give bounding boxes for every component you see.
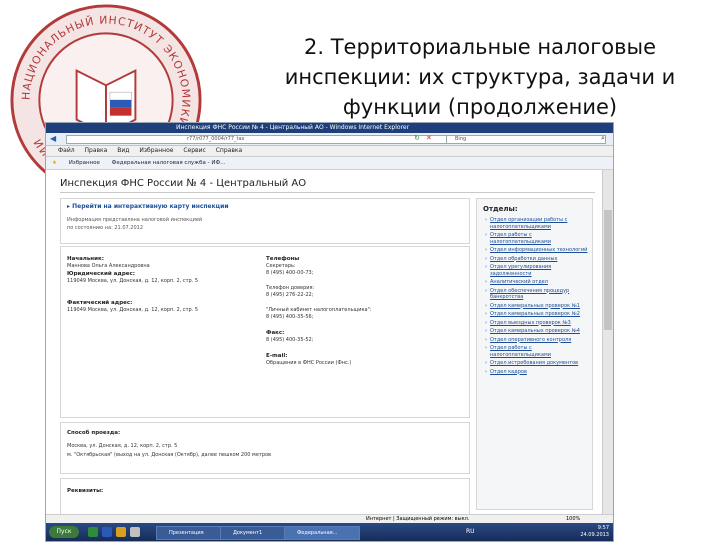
menu-view[interactable]: Вид <box>117 147 129 154</box>
stop-icon[interactable]: ✕ <box>426 134 432 142</box>
requisites-label: Реквизиты: <box>67 488 104 494</box>
departments-title: Отделы: <box>483 205 518 213</box>
route-card: Способ проезда: Москва, ул. Донская, д. … <box>60 422 470 474</box>
chief-name: Маннова Ольга Александровна <box>67 263 150 269</box>
map-link-label: Перейти на интерактивную карту инспекции <box>72 203 229 210</box>
notice-line-1: Информация представлена налоговой инспек… <box>67 217 203 223</box>
search-icon[interactable]: ⌕ <box>601 134 605 143</box>
actual-address: 119049 Москва, ул. Донская, д. 12, корп.… <box>67 307 199 313</box>
clock-time: 9:57 <box>597 525 609 531</box>
secretary-phone: 8 (495) 400-00-73; <box>266 270 314 276</box>
ie-icon[interactable] <box>130 527 140 537</box>
route-label: Способ проезда: <box>67 430 121 436</box>
department-link[interactable]: Отдел урегулирования задолженности <box>485 264 588 277</box>
excel-icon[interactable] <box>88 527 98 537</box>
menu-bar: Файл Правка Вид Избранное Сервис Справка <box>46 146 613 157</box>
map-link[interactable]: ▸ Перейти на интерактивную карту инспекц… <box>67 203 229 210</box>
department-link[interactable]: Отдел камеральных проверок №2 <box>485 311 588 318</box>
department-link[interactable]: Отдел выездных проверок №3 <box>485 320 588 327</box>
menu-file[interactable]: Файл <box>58 147 75 154</box>
route-text: м. "Октябрьская" (выход на ул. Донская (… <box>67 452 271 458</box>
hotline-label: Телефон доверия: <box>266 285 315 291</box>
scrollbar-thumb[interactable] <box>604 210 612 330</box>
fax-label: Факс: <box>266 330 285 336</box>
refresh-icon[interactable]: ↻ <box>414 134 420 142</box>
department-link[interactable]: Аналитический отдел <box>485 279 588 286</box>
vertical-scrollbar[interactable] <box>602 170 613 514</box>
department-link[interactable]: Отдел работы с налогоплательщиками <box>485 345 588 358</box>
word-icon[interactable] <box>102 527 112 537</box>
search-input[interactable]: Bing <box>446 135 606 144</box>
task-browser[interactable]: Федеральная... <box>284 526 360 540</box>
chief-label: Начальник: <box>67 256 104 262</box>
email-link[interactable]: Обращения в ФНС России (Фнс.) <box>266 360 461 367</box>
back-icon[interactable]: ◀ <box>50 134 56 143</box>
task-presentation[interactable]: Презентация <box>156 526 228 540</box>
hotline-phone: 8 (495) 276-22-22; <box>266 292 314 298</box>
fax-phone: 8 (495) 400-35-52; <box>266 337 314 343</box>
clock-date: 24.09.2013 <box>580 532 609 538</box>
browser-tab[interactable]: Федеральная налоговая служба - ИФ... <box>112 160 226 166</box>
departments-list: Отдел организации работы с налогоплатель… <box>477 217 592 375</box>
menu-tools[interactable]: Сервис <box>183 147 205 154</box>
department-link[interactable]: Отдел кадров <box>485 369 588 376</box>
windows-taskbar: Пуск Презентация Документ1 Федеральная..… <box>46 523 613 541</box>
start-button[interactable]: Пуск <box>49 526 79 538</box>
contacts-card: Начальник: Маннова Ольга Александровна Ю… <box>60 246 470 418</box>
web-page: Инспекция ФНС России № 4 - Центральный А… <box>46 170 601 516</box>
actual-address-label: Фактический адрес: <box>67 300 133 306</box>
department-link[interactable]: Отдел камеральных проверок №1 <box>485 303 588 310</box>
department-link[interactable]: Отдел истребования документов <box>485 360 588 367</box>
email-label: E-mail: <box>266 353 288 359</box>
browser-screenshot: Инспекция ФНС России № 4 - Центральный А… <box>45 122 614 542</box>
phones-column: Телефоны Секретарь: 8 (495) 400-00-73; Т… <box>266 255 461 367</box>
address-column: Начальник: Маннова Ольга Александровна Ю… <box>67 255 247 314</box>
legal-address-label: Юридический адрес: <box>67 271 135 277</box>
cabinet-label: "Личный кабинет налогоплательщика": <box>266 307 372 313</box>
departments-sidebar: Отделы: Отдел организации работы с налог… <box>476 198 593 510</box>
notice-line-2: по состоянию на: 21.07.2012 <box>67 225 144 231</box>
menu-help[interactable]: Справка <box>216 147 242 154</box>
route-link[interactable]: Москва, ул. Донская, д. 12, корп. 2, стр… <box>67 443 177 450</box>
department-link[interactable]: Отдел организации работы с налогоплатель… <box>485 217 588 230</box>
info-card: ▸ Перейти на интерактивную карту инспекц… <box>60 198 470 244</box>
page-title: Инспекция ФНС России № 4 - Центральный А… <box>60 178 307 189</box>
legal-address: 119049 Москва, ул. Донская, д. 12, корп.… <box>67 278 199 284</box>
task-document[interactable]: Документ1 <box>220 526 292 540</box>
menu-edit[interactable]: Правка <box>85 147 108 154</box>
language-indicator[interactable]: RU <box>466 528 475 535</box>
department-link[interactable]: Отдел работы с налогоплательщиками <box>485 232 588 245</box>
department-link[interactable]: Отдел обеспечения процедур банкротства <box>485 288 588 301</box>
secretary-label: Секретарь: <box>266 263 296 269</box>
department-link[interactable]: Отдел оперативного контроля <box>485 337 588 344</box>
favorites-button[interactable]: Избранное <box>69 160 100 166</box>
divider <box>60 192 595 193</box>
department-link[interactable]: Отдел информационных технологий <box>485 247 588 254</box>
folder-icon[interactable] <box>116 527 126 537</box>
requisites-card: Реквизиты: <box>60 478 470 516</box>
star-icon[interactable]: ★ <box>52 160 57 166</box>
favorites-bar: ★ Избранное Федеральная налоговая служба… <box>46 157 613 170</box>
phones-label: Телефоны <box>266 256 300 262</box>
menu-favorites[interactable]: Избранное <box>139 147 173 154</box>
department-link[interactable]: Отдел обработки данных <box>485 256 588 263</box>
window-titlebar: Инспекция ФНС России № 4 - Центральный А… <box>46 123 613 133</box>
department-link[interactable]: Отдел камеральных проверок №4 <box>485 328 588 335</box>
cabinet-phone: 8 (495) 400-35-56; <box>266 314 314 320</box>
system-clock[interactable]: 9:57 24.09.2013 <box>580 525 609 539</box>
address-bar-row: ◀ r77/r077_0004/r77_tax ↻ ✕ Bing ⌕ <box>46 133 613 146</box>
slide-title: 2. Территориальные налоговые инспекции: … <box>284 35 676 119</box>
